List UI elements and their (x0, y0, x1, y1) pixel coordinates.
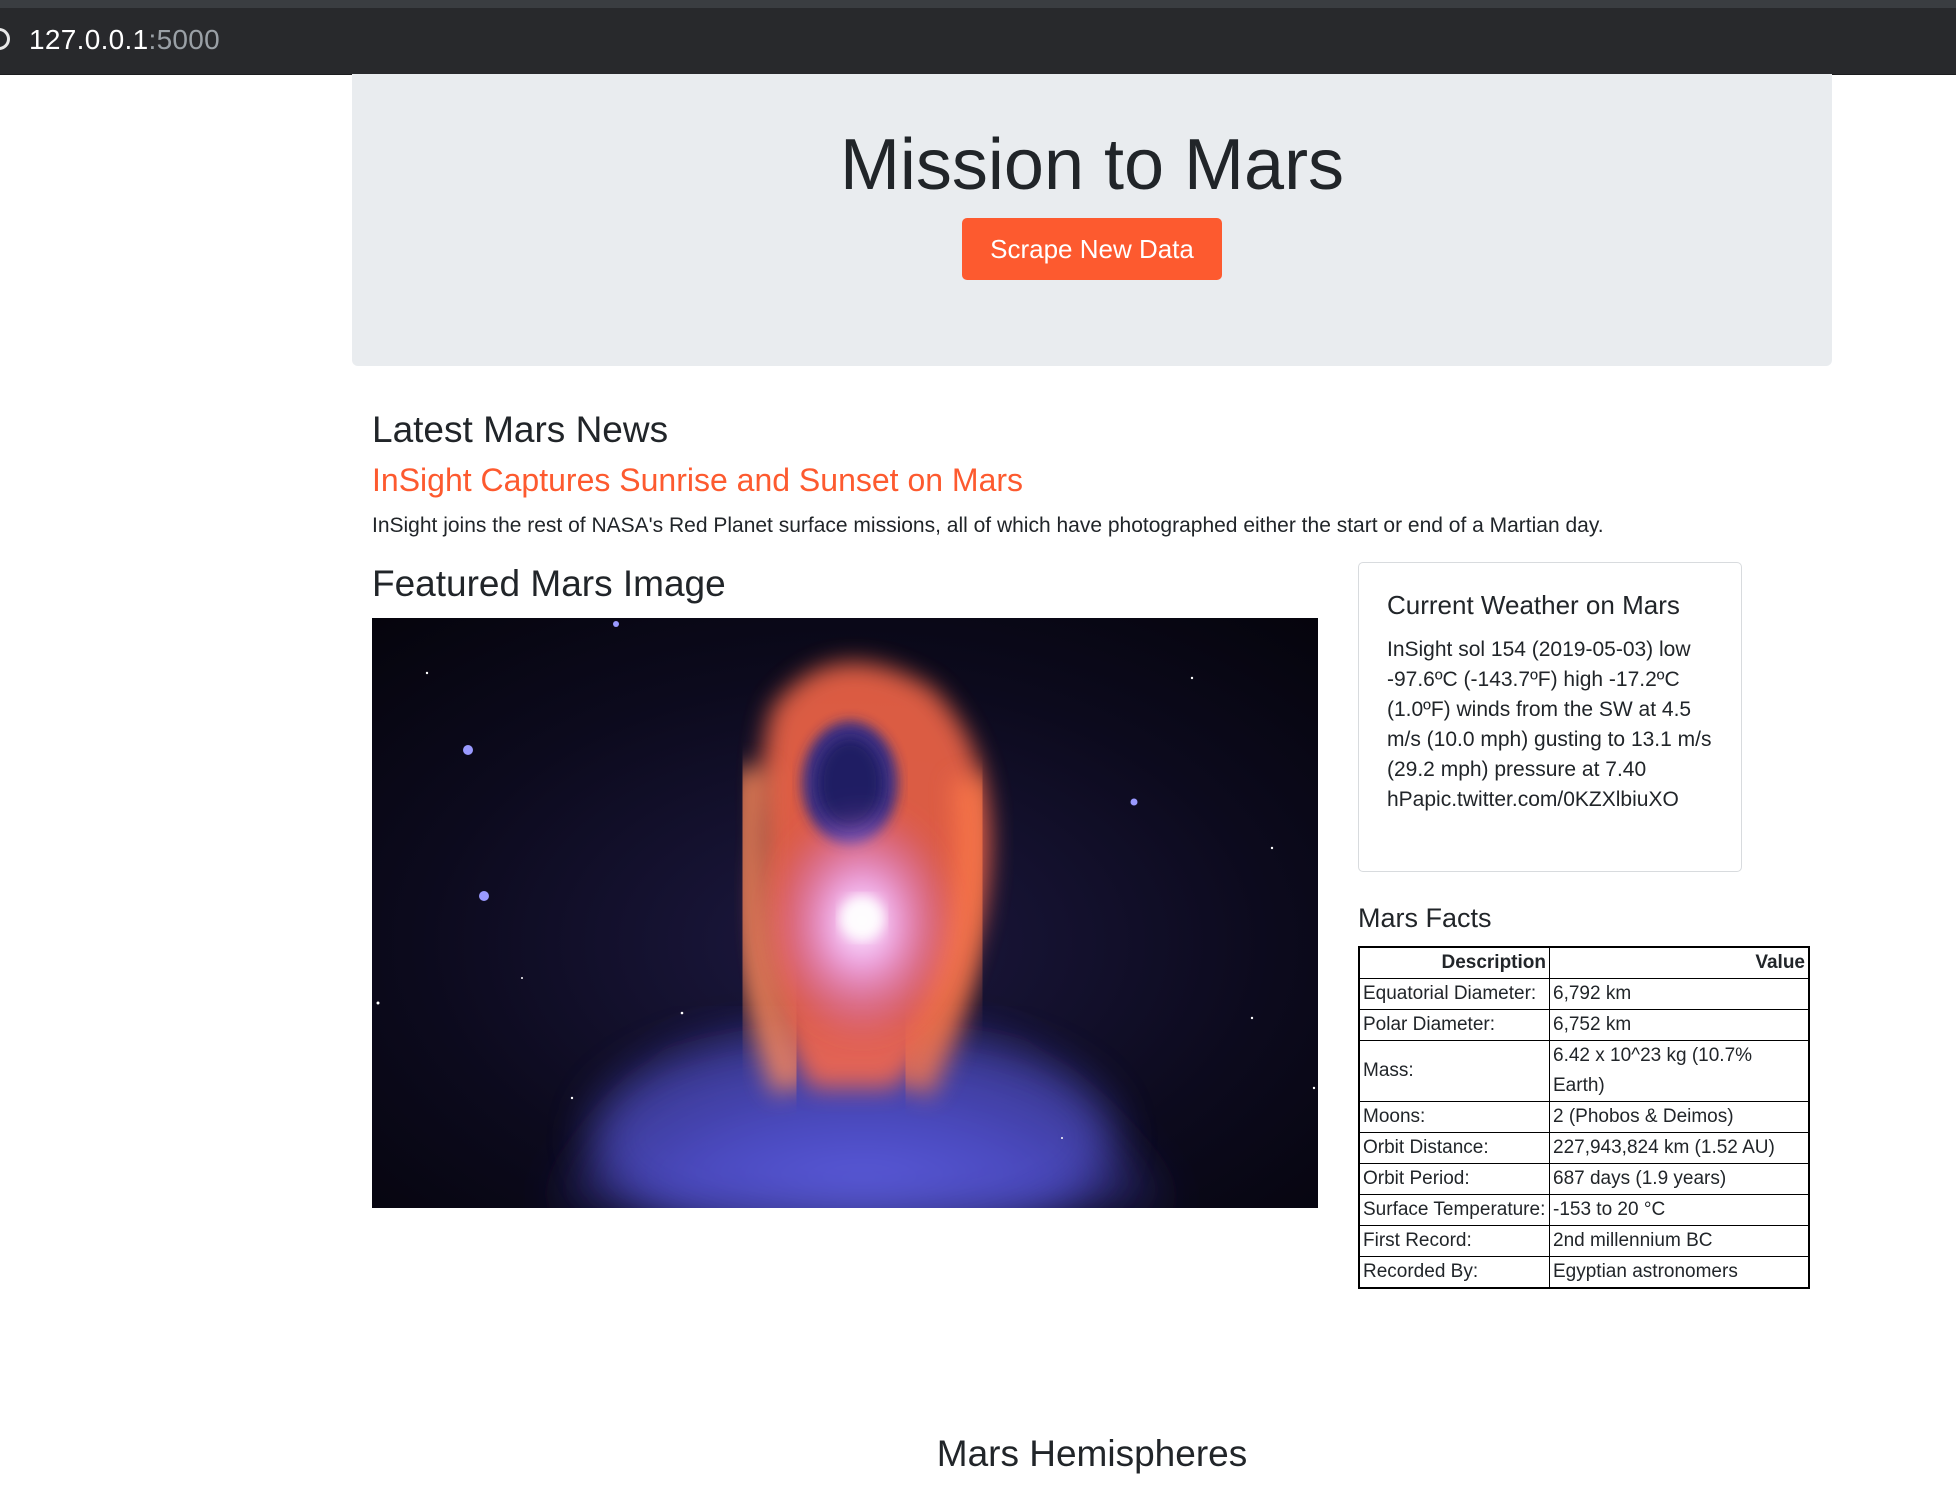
fact-value: 6,752 km (1549, 1009, 1810, 1041)
table-row: Orbit Period: 687 days (1.9 years) (1358, 1163, 1810, 1195)
fact-label: Polar Diameter: (1358, 1009, 1550, 1041)
weather-heading: Current Weather on Mars (1387, 590, 1680, 620)
url-host: 127.0.0.1 (29, 24, 149, 55)
url-port: :5000 (148, 24, 221, 55)
table-row: Polar Diameter: 6,752 km (1358, 1009, 1810, 1041)
weather-text: InSight sol 154 (2019-05-03) low -97.6ºC… (1387, 638, 1712, 811)
fact-value: 6.42 x 10^23 kg (10.7% Earth) (1549, 1040, 1810, 1102)
table-row: Mass: 6.42 x 10^23 kg (10.7% Earth) (1358, 1040, 1810, 1102)
table-row: Recorded By: Egyptian astronomers (1358, 1256, 1810, 1289)
browser-address-bar[interactable]: 127.0.0.1:5000 (0, 8, 1956, 75)
jumbotron: Mission to Mars Scrape New Data (352, 74, 1832, 366)
fact-value: 227,943,824 km (1.52 AU) (1549, 1132, 1810, 1164)
table-row: Orbit Distance: 227,943,824 km (1.52 AU) (1358, 1132, 1810, 1164)
facts-column-value: Value (1549, 946, 1810, 979)
fact-value: -153 to 20 °C (1549, 1194, 1810, 1226)
fact-label: Equatorial Diameter: (1358, 978, 1550, 1010)
fact-label: First Record: (1358, 1225, 1550, 1257)
fact-value: 2nd millennium BC (1549, 1225, 1810, 1257)
fact-value: 2 (Phobos & Deimos) (1549, 1101, 1810, 1133)
facts-header-row: Description Value (1358, 946, 1810, 979)
fact-label: Orbit Distance: (1358, 1132, 1550, 1164)
fact-label: Mass: (1358, 1040, 1550, 1102)
latest-news-heading: Latest Mars News (372, 409, 669, 450)
browser-top-strip (0, 0, 1956, 8)
fact-label: Moons: (1358, 1101, 1550, 1133)
fact-value: Egyptian astronomers (1549, 1256, 1810, 1289)
table-row: Moons: 2 (Phobos & Deimos) (1358, 1101, 1810, 1133)
fact-label: Recorded By: (1358, 1256, 1550, 1289)
featured-image-heading: Featured Mars Image (372, 563, 726, 604)
fact-value: 687 days (1.9 years) (1549, 1163, 1810, 1195)
table-row: Surface Temperature: -153 to 20 °C (1358, 1194, 1810, 1226)
site-info-icon[interactable] (0, 28, 10, 50)
mars-facts-heading: Mars Facts (1358, 903, 1492, 933)
page-title: Mission to Mars (839, 125, 1345, 205)
featured-mars-image (372, 618, 1318, 1208)
url-text[interactable]: 127.0.0.1:5000 (29, 24, 220, 56)
facts-column-description: Description (1358, 946, 1550, 979)
news-title: InSight Captures Sunrise and Sunset on M… (372, 462, 1024, 498)
news-paragraph: InSight joins the rest of NASA's Red Pla… (372, 514, 1604, 537)
fact-label: Surface Temperature: (1358, 1194, 1550, 1226)
hemispheres-heading: Mars Hemispheres (936, 1433, 1248, 1474)
mars-facts-table: Description Value Equatorial Diameter: 6… (1358, 946, 1810, 1289)
table-row: Equatorial Diameter: 6,792 km (1358, 978, 1810, 1010)
fact-value: 6,792 km (1549, 978, 1810, 1010)
scrape-new-data-button[interactable]: Scrape New Data (962, 218, 1222, 280)
weather-card: Current Weather on Mars InSight sol 154 … (1358, 562, 1742, 872)
table-row: First Record: 2nd millennium BC (1358, 1225, 1810, 1257)
fact-label: Orbit Period: (1358, 1163, 1550, 1195)
